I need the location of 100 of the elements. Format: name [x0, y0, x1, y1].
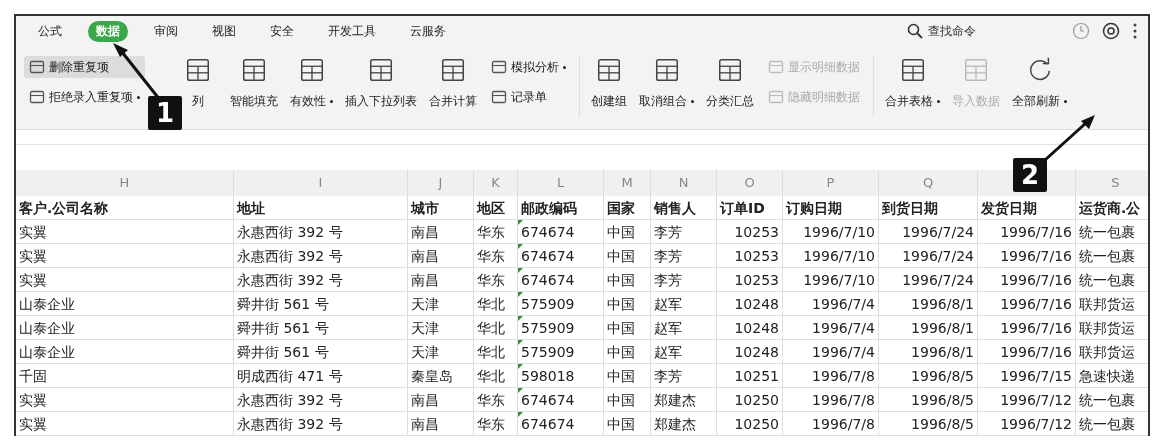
table-icon	[491, 59, 507, 75]
grid-icon	[439, 56, 467, 84]
ribbon-button[interactable]: 删除重复项	[24, 56, 145, 78]
table-cell: 中国	[604, 412, 651, 436]
ribbon-button[interactable]: 合并表格	[882, 52, 943, 113]
ribbon-tab[interactable]: 安全	[262, 20, 302, 42]
table-cell: 中国	[604, 364, 651, 388]
table-cell: 中国	[604, 340, 651, 364]
table-cell: 地区	[474, 196, 518, 220]
table-cell: 国家	[604, 196, 651, 220]
table-cell: 永惠西街 392 号	[234, 388, 408, 412]
table-cell: 舜井街 561 号	[234, 340, 408, 364]
ribbon-button[interactable]: 全部刷新	[1009, 52, 1070, 113]
ribbon-button[interactable]: 记录单	[486, 86, 571, 108]
table-cell: 华北	[474, 364, 518, 388]
ribbon-tab[interactable]: 公式	[30, 20, 70, 42]
table-cell: 联邦货运	[1076, 340, 1148, 364]
table-cell: 李芳	[651, 220, 717, 244]
table-cell: 赵军	[651, 316, 717, 340]
table-cell: 1996/7/24	[879, 268, 978, 292]
table-cell: 赵军	[651, 340, 717, 364]
table-cell: 1996/7/16	[978, 268, 1076, 292]
table-cell: 1996/7/4	[783, 340, 879, 364]
ribbon-button[interactable]: 列	[181, 52, 215, 113]
table-cell: 1996/8/5	[879, 412, 978, 436]
table-cell: 1996/7/16	[978, 292, 1076, 316]
table-cell: 联邦货运	[1076, 316, 1148, 340]
ribbon-tab[interactable]: 审阅	[146, 20, 186, 42]
table-cell: 中国	[604, 244, 651, 268]
table-cell: 南昌	[408, 244, 474, 268]
ribbon-button[interactable]: 创建组	[588, 52, 630, 113]
table-cell: 10253	[717, 268, 783, 292]
ribbon-button[interactable]: 插入下拉列表	[342, 52, 420, 113]
ribbon-button[interactable]: 合并计算	[426, 52, 480, 113]
ribbon-button[interactable]: 模拟分析	[486, 56, 571, 78]
ribbon-button[interactable]: 拒绝录入重复项	[24, 86, 145, 108]
table-cell: 永惠西街 392 号	[234, 268, 408, 292]
table-cell: 永惠西街 392 号	[234, 220, 408, 244]
table-cell: 李芳	[651, 268, 717, 292]
table-cell: 郑建杰	[651, 388, 717, 412]
table-cell: 李芳	[651, 364, 717, 388]
grid-icon	[962, 56, 990, 84]
table-cell: 10251	[717, 364, 783, 388]
grid-icon	[595, 56, 623, 84]
table-cell: 1996/7/8	[783, 412, 879, 436]
table-cell: 10248	[717, 292, 783, 316]
ribbon-button[interactable]: 智能填充	[227, 52, 281, 113]
table-cell: 南昌	[408, 388, 474, 412]
table-cell: 舜井街 561 号	[234, 316, 408, 340]
table-cell: 华东	[474, 388, 518, 412]
table-cell: 客户.公司名称	[16, 196, 234, 220]
table-cell: 统一包裹	[1076, 388, 1148, 412]
table-cell: 联邦货运	[1076, 292, 1148, 316]
table-cell: 1996/8/1	[879, 316, 978, 340]
table-cell: 天津	[408, 340, 474, 364]
table-cell: 1996/8/1	[879, 292, 978, 316]
table-cell: 实翼	[16, 220, 234, 244]
table-cell: 1996/7/24	[879, 244, 978, 268]
table-cell: 1996/7/8	[783, 388, 879, 412]
table-cell: 发货日期	[978, 196, 1076, 220]
ribbon-tab[interactable]: 视图	[204, 20, 244, 42]
table-cell: 永惠西街 392 号	[234, 244, 408, 268]
table-cell: 山泰企业	[16, 292, 234, 316]
more-icon[interactable]	[1132, 22, 1138, 40]
table-icon	[29, 59, 45, 75]
table-cell: 华东	[474, 244, 518, 268]
settings-icon[interactable]	[1102, 22, 1120, 40]
grid-icon	[184, 56, 212, 84]
table-cell: 急速快递	[1076, 364, 1148, 388]
table-cell: 674674	[518, 220, 604, 244]
table-cell: 订购日期	[783, 196, 879, 220]
table-cell: 674674	[518, 244, 604, 268]
table-cell: 1996/8/5	[879, 388, 978, 412]
table-cell: 郑建杰	[651, 412, 717, 436]
table-cell: 舜井街 561 号	[234, 292, 408, 316]
table-cell: 1996/7/24	[879, 220, 978, 244]
table-icon	[768, 59, 784, 75]
ribbon-tab[interactable]: 云服务	[402, 20, 454, 42]
table-cell: 统一包裹	[1076, 220, 1148, 244]
table-cell: 中国	[604, 268, 651, 292]
table-cell: 南昌	[408, 220, 474, 244]
ribbon-button[interactable]: 有效性	[287, 52, 336, 113]
callout-marker: 1	[148, 96, 182, 130]
table-cell: 统一包裹	[1076, 244, 1148, 268]
ribbon-tab[interactable]: 开发工具	[320, 20, 384, 42]
table-cell: 10253	[717, 220, 783, 244]
table-cell: 华北	[474, 292, 518, 316]
table-cell: 1996/7/12	[978, 388, 1076, 412]
table-icon	[491, 89, 507, 105]
search-field[interactable]: 查找命令	[907, 23, 1000, 39]
search-icon	[907, 23, 923, 39]
table-cell: 实翼	[16, 244, 234, 268]
table-cell: 实翼	[16, 268, 234, 292]
ribbon-button[interactable]: 取消组合	[636, 52, 697, 113]
table-cell: 575909	[518, 292, 604, 316]
table-cell: 华东	[474, 220, 518, 244]
table-cell: 中国	[604, 388, 651, 412]
table-cell: 华北	[474, 316, 518, 340]
table-cell: 1996/7/4	[783, 292, 879, 316]
ribbon-button[interactable]: 分类汇总	[703, 52, 757, 113]
